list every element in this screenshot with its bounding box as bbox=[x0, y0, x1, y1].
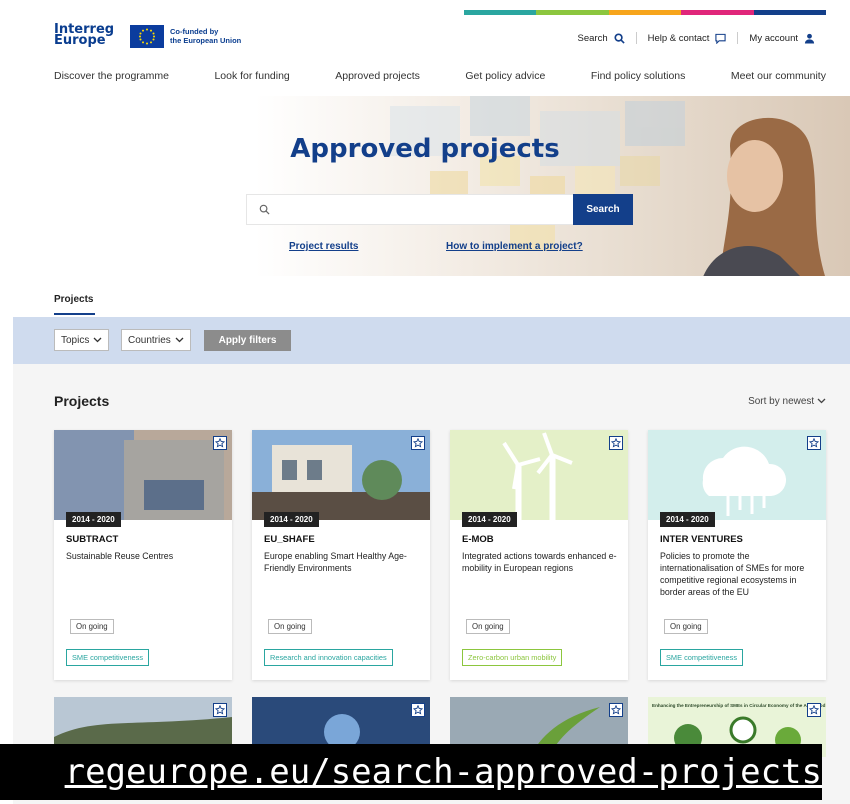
favorite-star-button[interactable] bbox=[609, 436, 623, 450]
cofunded-line2: the European Union bbox=[170, 36, 242, 45]
brand-color-strip bbox=[464, 10, 827, 15]
project-acronym: SUBTRACT bbox=[66, 534, 119, 545]
status-badge: On going bbox=[664, 619, 708, 634]
project-acronym: E-MOB bbox=[462, 534, 494, 545]
nav-policy-solutions[interactable]: Find policy solutions bbox=[591, 70, 686, 82]
nav-discover[interactable]: Discover the programme bbox=[54, 70, 169, 82]
search-button[interactable]: Search bbox=[573, 194, 633, 225]
listing-title: Projects bbox=[54, 393, 110, 409]
main-nav: Discover the programme Look for funding … bbox=[54, 70, 826, 82]
project-card[interactable]: 2014 - 2020 SUBTRACT Sustainable Reuse C… bbox=[54, 430, 232, 680]
util-account-link[interactable]: My account bbox=[738, 33, 826, 44]
hero-banner bbox=[0, 96, 850, 276]
favorite-star-button[interactable] bbox=[807, 703, 821, 717]
topic-tag[interactable]: SME competitiveness bbox=[660, 649, 744, 666]
chat-bubble-icon bbox=[715, 33, 727, 44]
countries-filter[interactable]: Countries bbox=[121, 329, 191, 351]
programme-period-badge: 2014 - 2020 bbox=[264, 512, 319, 527]
project-description: Policies to promote the internationalisa… bbox=[660, 551, 805, 597]
star-icon bbox=[413, 438, 423, 448]
util-help-link[interactable]: Help & contact bbox=[637, 33, 738, 44]
search-icon bbox=[259, 204, 270, 215]
favorite-star-button[interactable] bbox=[609, 703, 623, 717]
status-badge: On going bbox=[466, 619, 510, 634]
util-search-link[interactable]: Search bbox=[567, 33, 636, 44]
tab-projects[interactable]: Projects bbox=[54, 294, 93, 305]
star-icon bbox=[611, 438, 621, 448]
topics-filter[interactable]: Topics bbox=[54, 329, 110, 351]
cofunded-line1: Co-funded by bbox=[170, 27, 219, 36]
url-banner: regeurope.eu/search-approved-projects bbox=[0, 744, 822, 800]
project-search-field[interactable] bbox=[246, 194, 574, 225]
project-acronym: EU_SHAFE bbox=[264, 534, 315, 545]
favorite-star-button[interactable] bbox=[213, 436, 227, 450]
nav-approved-projects[interactable]: Approved projects bbox=[335, 70, 420, 82]
cofunded-label: Co-funded by the European Union bbox=[170, 27, 241, 45]
interreg-logo[interactable]: Interreg Europe bbox=[54, 23, 114, 48]
programme-period-badge: 2014 - 2020 bbox=[660, 512, 715, 527]
project-card-image bbox=[252, 430, 430, 520]
search-icon bbox=[614, 32, 625, 44]
countries-filter-label: Countries bbox=[128, 334, 171, 346]
nav-policy-advice[interactable]: Get policy advice bbox=[465, 70, 545, 82]
status-badge: On going bbox=[70, 619, 114, 634]
chevron-down-icon bbox=[93, 337, 102, 343]
active-tab-indicator bbox=[54, 313, 95, 315]
project-card[interactable]: 2014 - 2020 EU_SHAFE Europe enabling Sma… bbox=[252, 430, 430, 680]
project-description: Integrated actions towards enhanced e-mo… bbox=[462, 551, 617, 573]
apply-filters-button[interactable]: Apply filters bbox=[204, 330, 291, 351]
topics-filter-label: Topics bbox=[61, 334, 90, 346]
project-image-caption: Enhancing the Entrepreneurship of SMEs i… bbox=[652, 703, 826, 708]
project-description: Sustainable Reuse Centres bbox=[66, 551, 174, 561]
project-card[interactable]: 2014 - 2020 E-MOB Integrated actions tow… bbox=[450, 430, 628, 680]
favorite-star-button[interactable] bbox=[213, 703, 227, 717]
project-description: Europe enabling Smart Healthy Age-Friend… bbox=[264, 551, 407, 573]
star-icon bbox=[215, 438, 225, 448]
page-title: Approved projects bbox=[290, 134, 560, 164]
chevron-down-icon bbox=[175, 337, 184, 343]
star-icon bbox=[215, 705, 225, 715]
status-badge: On going bbox=[268, 619, 312, 634]
star-icon bbox=[611, 705, 621, 715]
util-help-label: Help & contact bbox=[647, 32, 710, 44]
project-results-link[interactable]: Project results bbox=[289, 241, 358, 252]
project-card-image bbox=[450, 430, 628, 520]
sort-dropdown[interactable]: Sort by newest bbox=[748, 396, 826, 407]
topic-tag[interactable]: Zero-carbon urban mobility bbox=[462, 649, 563, 666]
eu-flag-icon bbox=[130, 25, 164, 48]
chevron-down-icon bbox=[817, 398, 826, 404]
nav-community[interactable]: Meet our community bbox=[731, 70, 826, 82]
sort-label: Sort by newest bbox=[748, 396, 815, 407]
programme-period-badge: 2014 - 2020 bbox=[462, 512, 517, 527]
project-card-image bbox=[648, 430, 826, 520]
star-icon bbox=[809, 705, 819, 715]
topic-tag[interactable]: SME competitiveness bbox=[66, 649, 150, 666]
logo-line2: Europe bbox=[54, 33, 106, 48]
hero-person-image bbox=[703, 117, 825, 276]
star-icon bbox=[413, 705, 423, 715]
project-search-input[interactable] bbox=[278, 203, 573, 216]
how-to-implement-link[interactable]: How to implement a project? bbox=[446, 241, 583, 252]
programme-period-badge: 2014 - 2020 bbox=[66, 512, 121, 527]
star-icon bbox=[809, 438, 819, 448]
nav-look-for-funding[interactable]: Look for funding bbox=[214, 70, 289, 82]
topic-tag[interactable]: Research and innovation capacities bbox=[264, 649, 393, 666]
utility-nav: Search Help & contact My account bbox=[567, 32, 826, 44]
favorite-star-button[interactable] bbox=[807, 436, 821, 450]
favorite-star-button[interactable] bbox=[411, 436, 425, 450]
project-card[interactable]: 2014 - 2020 INTER VENTURES Policies to p… bbox=[648, 430, 826, 680]
favorite-star-button[interactable] bbox=[411, 703, 425, 717]
project-card-image bbox=[54, 430, 232, 520]
util-search-label: Search bbox=[577, 32, 608, 44]
project-acronym: INTER VENTURES bbox=[660, 534, 743, 545]
util-account-label: My account bbox=[749, 32, 798, 44]
user-icon bbox=[804, 33, 815, 44]
